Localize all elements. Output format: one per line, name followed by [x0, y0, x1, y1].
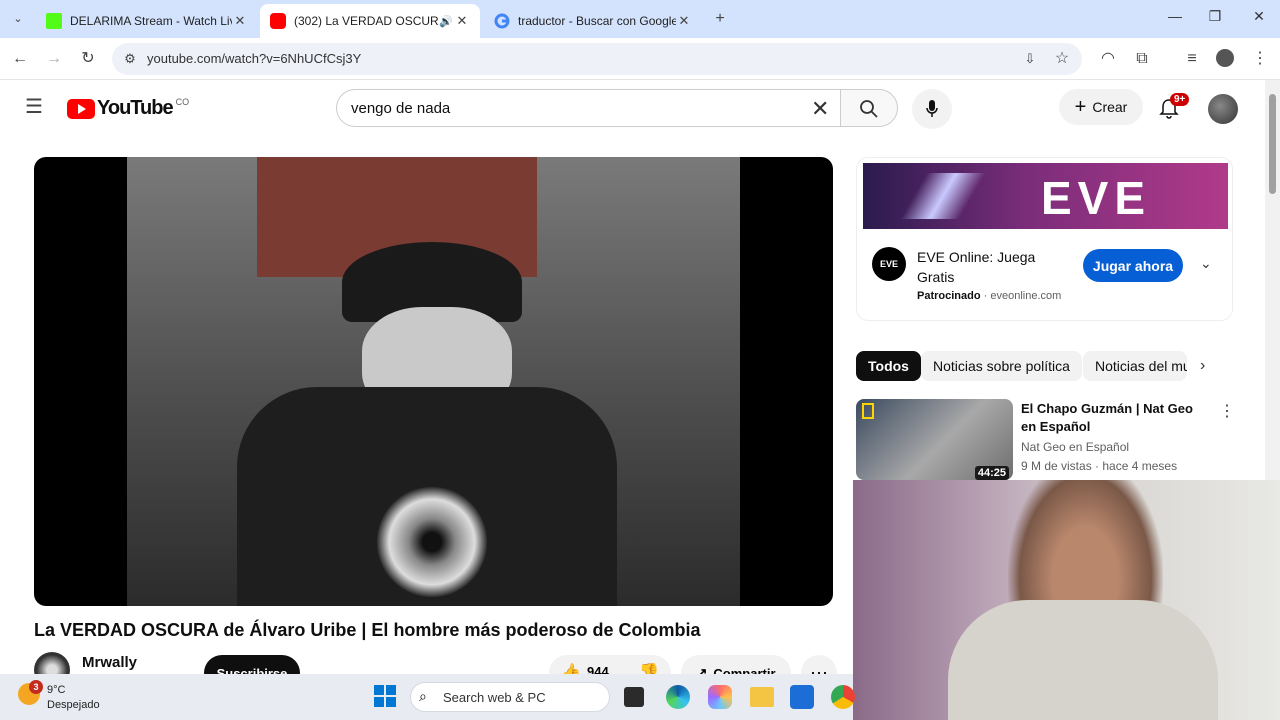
voice-search-button[interactable]	[912, 89, 952, 129]
country-code: CO	[175, 97, 190, 107]
youtube-header: ☰ YouTube CO vengo de nada ✕ + Crear 9+	[0, 80, 1265, 136]
search-input[interactable]: vengo de nada ✕	[336, 89, 840, 127]
reload-icon[interactable]: ↻	[78, 49, 98, 69]
search-value[interactable]: vengo de nada	[351, 100, 450, 117]
shirt-eye-graphic	[377, 487, 487, 597]
install-app-icon[interactable]: ⇩	[1020, 49, 1040, 69]
maximize-icon[interactable]: ❐	[1200, 8, 1230, 30]
hamburger-menu-icon[interactable]: ☰	[24, 97, 44, 117]
ad-banner-image[interactable]: EVE	[863, 163, 1228, 229]
weather-temperature[interactable]: 9°C	[47, 684, 65, 696]
tab-title: (302) La VERDAD OSCURA de	[294, 14, 438, 28]
recommended-meta: 9 M de vistas · hace 4 meses	[1021, 459, 1178, 473]
ad-domain: eveonline.com	[990, 290, 1062, 302]
notifications-button[interactable]: 9+	[1158, 93, 1190, 122]
more-options-icon[interactable]: ⋮	[1219, 401, 1235, 421]
scrollbar-thumb[interactable]	[1269, 94, 1276, 194]
chip-all[interactable]: Todos	[856, 351, 921, 381]
google-icon	[494, 13, 510, 29]
weather-condition[interactable]: Despejado	[47, 699, 100, 711]
address-bar[interactable]: ⚙ youtube.com/watch?v=6NhUCfCsj3Y ⇩ ☆	[112, 43, 1082, 75]
extensions-icon[interactable]: ⧉	[1132, 49, 1152, 69]
bookmark-star-icon[interactable]: ☆	[1052, 49, 1072, 69]
taskbar-search-placeholder: Search web & PC	[443, 690, 546, 705]
microphone-icon	[926, 100, 938, 117]
logo-text: YouTube	[97, 97, 174, 119]
tab-google-search[interactable]: traductor - Buscar con Google ✕	[484, 4, 702, 38]
new-tab-button[interactable]: +	[710, 9, 730, 29]
forward-icon[interactable]: →	[44, 49, 64, 69]
kick-icon	[46, 13, 62, 29]
site-info-icon[interactable]: ⚙	[120, 49, 140, 69]
back-icon[interactable]: ←	[10, 49, 30, 69]
windows-taskbar: 3 9°C Despejado ⌕ Search web & PC	[0, 674, 855, 720]
task-view-icon[interactable]	[624, 687, 644, 707]
minimize-icon[interactable]: —	[1160, 8, 1190, 30]
window-close-icon[interactable]: ✕	[1244, 8, 1274, 30]
ad-meta: Patrocinado · eveonline.com	[917, 290, 1061, 302]
windows-start-icon[interactable]	[374, 685, 396, 707]
spaceship-graphic	[883, 173, 1003, 219]
chrome-icon[interactable]	[831, 685, 855, 709]
profile-avatar[interactable]	[1216, 49, 1236, 69]
youtube-play-icon	[67, 98, 95, 119]
clear-search-icon[interactable]: ✕	[811, 96, 829, 122]
natgeo-logo-icon	[862, 403, 874, 419]
tab-title: traductor - Buscar con Google	[518, 14, 676, 28]
sponsored-ad-card[interactable]: EVE EVE EVE Online: Juega Gratis Patroci…	[856, 157, 1233, 321]
tab-youtube-video[interactable]: (302) La VERDAD OSCURA de 🔊 ✕	[260, 4, 480, 38]
search-icon	[860, 100, 878, 118]
webcam-overlay	[853, 480, 1280, 720]
url-text[interactable]: youtube.com/watch?v=6NhUCfCsj3Y	[147, 51, 361, 66]
advertiser-logo[interactable]: EVE	[872, 247, 906, 281]
chip-politics-news[interactable]: Noticias sobre política	[921, 351, 1082, 381]
video-frame[interactable]	[127, 157, 740, 606]
youtube-logo[interactable]: YouTube CO	[67, 97, 189, 120]
browser-toolbar: ← → ↻ ⚙ youtube.com/watch?v=6NhUCfCsj3Y …	[0, 38, 1280, 80]
search-icon: ⌕	[419, 688, 427, 704]
tab-delarima[interactable]: DELARIMA Stream - Watch Live ✕	[36, 4, 258, 38]
recommended-channel[interactable]: Nat Geo en Español	[1021, 440, 1129, 454]
tab-title: DELARIMA Stream - Watch Live	[70, 14, 232, 28]
chip-world-news[interactable]: Noticias del mu	[1083, 351, 1187, 381]
copilot-icon[interactable]	[708, 685, 732, 709]
search-button[interactable]	[840, 89, 898, 127]
file-explorer-icon[interactable]	[750, 687, 774, 707]
create-button[interactable]: + Crear	[1059, 89, 1143, 125]
close-icon[interactable]: ✕	[676, 13, 692, 29]
page-scrollbar[interactable]	[1265, 80, 1280, 480]
weather-alert-badge: 3	[29, 680, 43, 694]
notification-badge: 9+	[1170, 93, 1190, 106]
account-avatar[interactable]	[1208, 94, 1238, 124]
webcam-person-shirt	[948, 600, 1218, 720]
ad-title[interactable]: EVE Online: Juega Gratis	[917, 247, 1067, 287]
chevron-right-icon[interactable]: ›	[1200, 357, 1205, 375]
video-player[interactable]	[34, 157, 833, 606]
recommended-thumbnail[interactable]: 44:25	[856, 399, 1013, 480]
chevron-down-icon[interactable]: ⌄	[1200, 255, 1212, 272]
taskbar-search-input[interactable]: ⌕ Search web & PC	[410, 682, 610, 712]
play-now-button[interactable]: Jugar ahora	[1083, 249, 1183, 282]
video-duration: 44:25	[974, 466, 1009, 480]
speaker-icon[interactable]: 🔊	[438, 15, 454, 28]
youtube-icon	[270, 13, 286, 29]
media-controls-icon[interactable]: ≡	[1182, 49, 1202, 69]
create-label: Crear	[1092, 99, 1128, 115]
sponsored-label: Patrocinado	[917, 290, 981, 302]
close-icon[interactable]: ✕	[232, 13, 248, 29]
channel-name[interactable]: Mrwally	[82, 654, 137, 671]
ad-banner-text: EVE	[1041, 172, 1152, 224]
close-icon[interactable]: ✕	[454, 13, 470, 29]
browser-tab-strip: ⌄ DELARIMA Stream - Watch Live ✕ (302) L…	[0, 0, 1280, 38]
recommended-title[interactable]: El Chapo Guzmán | Nat Geo en Español	[1021, 400, 1211, 436]
microsoft-store-icon[interactable]	[790, 685, 814, 709]
video-title: La VERDAD OSCURA de Álvaro Uribe | El ho…	[34, 620, 701, 640]
browser-menu-icon[interactable]: ⋮	[1250, 49, 1270, 69]
plus-icon: +	[1074, 95, 1087, 118]
performance-icon[interactable]: ◠	[1098, 49, 1118, 69]
tab-search-chevron-icon[interactable]: ⌄	[8, 9, 28, 29]
edge-browser-icon[interactable]	[666, 685, 690, 709]
